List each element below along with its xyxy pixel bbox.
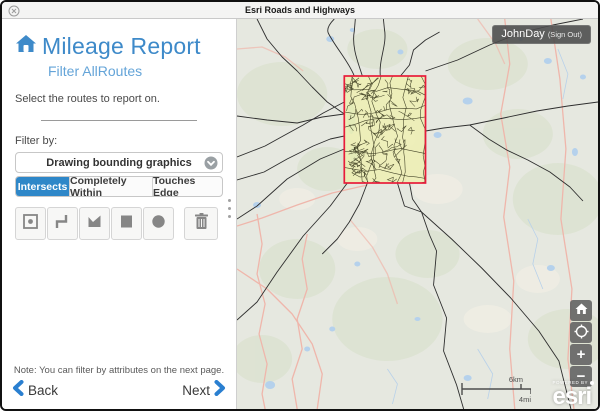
page-subtitle: Filter AllRoutes [48,63,223,79]
map-container: JohnDay (Sign Out) [237,19,598,409]
divider-line [41,120,197,121]
spatial-filter-tabs: Intersects Completely Within Touches Edg… [15,176,223,197]
sign-out-label: (Sign Out) [548,30,582,39]
next-label: Next [182,383,210,398]
tab-intersects[interactable]: Intersects [16,177,69,196]
scale-mi-label: 4mi [519,395,531,404]
polygon-tool-button[interactable] [79,207,110,240]
tab-completely-within[interactable]: Completely Within [69,177,152,196]
point-tool-button[interactable] [15,207,46,240]
user-signout-button[interactable]: JohnDay (Sign Out) [492,25,591,44]
mileage-report-panel: Mileage Report Filter AllRoutes Select t… [2,19,237,409]
user-name: JohnDay [501,28,544,40]
polyline-tool-button[interactable] [47,207,78,240]
app-window: Esri Roads and Highways Mileage Report F… [0,0,600,411]
rectangle-tool-button[interactable] [111,207,142,240]
clear-graphics-button[interactable] [184,207,218,240]
home-icon [15,34,37,59]
tab-touches-edge[interactable]: Touches Edge [152,177,222,196]
polyline-icon [54,213,71,235]
next-button[interactable]: Next [182,380,226,401]
panel-resize-handle[interactable] [224,195,235,222]
scalebar: 6km 4mi [461,379,531,401]
circle-tool-button[interactable] [143,207,174,240]
locate-button[interactable] [570,322,592,343]
locate-icon [574,324,589,342]
polygon-icon [86,213,103,235]
esri-logo: POWERED BY esri [552,381,594,410]
dropdown-selected-value: Drawing bounding graphics [46,157,191,169]
selection-graphic [344,76,425,183]
zoom-in-button[interactable]: + [570,344,592,365]
draw-tools-toolbar [15,207,223,240]
page-title: Mileage Report [42,33,201,60]
back-label: Back [28,383,58,398]
filter-method-dropdown[interactable]: Drawing bounding graphics [15,152,223,173]
home-extent-button[interactable] [570,300,592,321]
titlebar: Esri Roads and Highways [2,2,598,19]
filter-by-label: Filter by: [15,135,223,147]
window-title: Esri Roads and Highways [2,5,598,15]
circle-icon [150,213,167,235]
close-icon[interactable] [8,4,20,16]
trash-icon [193,212,210,235]
point-icon [22,213,39,235]
chevron-down-icon [204,156,218,175]
esri-brand-label: esri [552,385,594,409]
chevron-left-icon [12,380,24,401]
back-button[interactable]: Back [12,380,58,401]
home-icon [575,303,588,318]
note-text: Note: You can filter by attributes on th… [2,365,236,376]
scale-km-label: 6km [509,375,523,384]
rectangle-icon [118,213,135,235]
instruction-text: Select the routes to report on. [15,93,223,105]
map-canvas[interactable] [237,19,598,409]
chevron-right-icon [214,380,226,401]
map-controls: + − [570,300,592,387]
